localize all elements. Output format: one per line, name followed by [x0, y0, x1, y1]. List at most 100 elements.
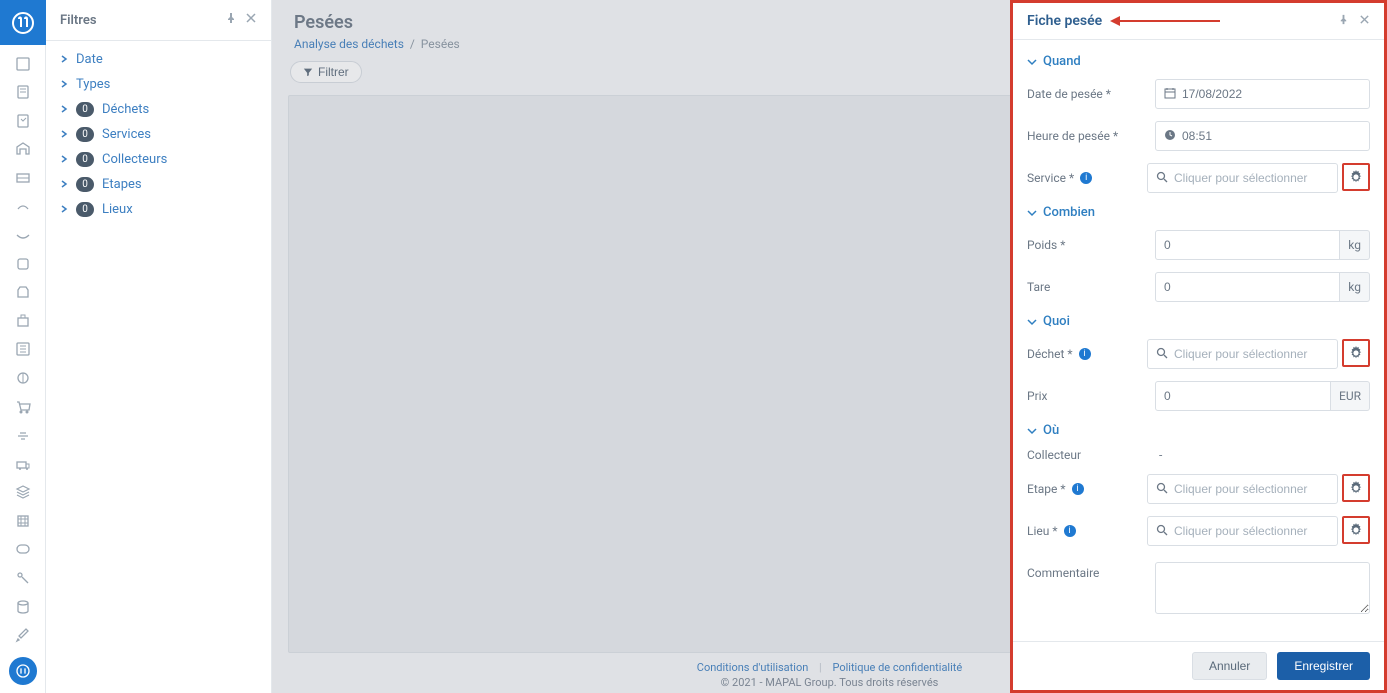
chevron-right-icon — [60, 177, 68, 192]
section-ou-label: Où — [1043, 423, 1059, 438]
nav-item-19[interactable] — [0, 564, 46, 593]
heure-input[interactable] — [1155, 121, 1370, 151]
date-field[interactable] — [1182, 87, 1361, 101]
dechet-label: Déchet * i — [1027, 347, 1147, 361]
tare-unit: kg — [1340, 272, 1370, 302]
nav-item-12[interactable] — [0, 364, 46, 393]
nav-item-5[interactable] — [0, 164, 46, 193]
chevron-right-icon — [60, 77, 68, 92]
chevron-down-icon — [1027, 317, 1037, 327]
nav-item-20[interactable] — [0, 592, 46, 621]
service-field[interactable] — [1174, 171, 1329, 185]
lieu-field[interactable] — [1174, 524, 1329, 538]
close-icon[interactable] — [245, 12, 257, 28]
dechet-field[interactable] — [1174, 347, 1329, 361]
prix-unit: EUR — [1331, 381, 1370, 411]
nav-item-18[interactable] — [0, 535, 46, 564]
filter-button[interactable]: Filtrer — [290, 61, 362, 83]
tare-field[interactable] — [1164, 280, 1331, 294]
filter-item-collecteurs[interactable]: 0Collecteurs — [46, 147, 271, 172]
chevron-down-icon — [1027, 426, 1037, 436]
footer-privacy[interactable]: Politique de confidentialité — [832, 661, 962, 674]
service-input[interactable] — [1147, 163, 1338, 193]
tare-label: Tare — [1027, 280, 1155, 294]
nav-rail — [0, 0, 46, 693]
filter-button-label: Filtrer — [318, 65, 349, 79]
filter-label: Services — [102, 127, 151, 142]
filter-item-services[interactable]: 0Services — [46, 122, 271, 147]
section-quoi[interactable]: Quoi — [1027, 308, 1370, 333]
comment-field[interactable] — [1155, 562, 1370, 614]
filter-item-types[interactable]: Types — [46, 72, 271, 97]
nav-item-1[interactable] — [0, 49, 46, 78]
heure-field[interactable] — [1182, 129, 1361, 143]
section-quand[interactable]: Quand — [1027, 48, 1370, 73]
search-icon — [1156, 347, 1168, 362]
info-icon[interactable]: i — [1080, 172, 1092, 184]
etape-field[interactable] — [1174, 482, 1329, 496]
lieu-gear-button[interactable] — [1342, 516, 1370, 544]
nav-item-9[interactable] — [0, 278, 46, 307]
etape-gear-button[interactable] — [1342, 474, 1370, 502]
nav-item-2[interactable] — [0, 78, 46, 107]
filter-item-etapes[interactable]: 0Etapes — [46, 172, 271, 197]
prix-field[interactable] — [1164, 389, 1322, 403]
collecteur-label: Collecteur — [1027, 448, 1155, 462]
poids-input[interactable] — [1155, 230, 1340, 260]
app-logo[interactable] — [0, 0, 46, 45]
prix-input[interactable] — [1155, 381, 1331, 411]
panel-pin-icon[interactable] — [1338, 14, 1349, 29]
filter-item-date[interactable]: Date — [46, 47, 271, 72]
filter-item-déchets[interactable]: 0Déchets — [46, 97, 271, 122]
section-ou[interactable]: Où — [1027, 417, 1370, 442]
footer-terms[interactable]: Conditions d'utilisation — [697, 661, 809, 674]
nav-item-15[interactable] — [0, 449, 46, 478]
prix-label: Prix — [1027, 389, 1155, 403]
nav-item-13[interactable] — [0, 392, 46, 421]
filter-label: Etapes — [102, 177, 142, 192]
breadcrumb-root[interactable]: Analyse des déchets — [294, 37, 404, 51]
chevron-down-icon — [1027, 208, 1037, 218]
filter-badge: 0 — [76, 152, 94, 167]
section-combien[interactable]: Combien — [1027, 199, 1370, 224]
nav-item-11[interactable] — [0, 335, 46, 364]
search-icon — [1156, 171, 1168, 186]
service-gear-button[interactable] — [1342, 163, 1370, 191]
pin-icon[interactable] — [225, 12, 237, 28]
chevron-right-icon — [60, 202, 68, 217]
filter-item-lieux[interactable]: 0Lieux — [46, 197, 271, 222]
nav-item-16[interactable] — [0, 478, 46, 507]
dechet-input[interactable] — [1147, 339, 1338, 369]
nav-item-17[interactable] — [0, 507, 46, 536]
filter-list: DateTypes0Déchets0Services0Collecteurs0E… — [46, 41, 271, 228]
etape-input[interactable] — [1147, 474, 1338, 504]
save-button[interactable]: Enregistrer — [1277, 652, 1370, 680]
nav-item-7[interactable] — [0, 221, 46, 250]
date-input[interactable] — [1155, 79, 1370, 109]
nav-bottom-logo[interactable] — [9, 657, 37, 685]
lieu-input[interactable] — [1147, 516, 1338, 546]
info-icon[interactable]: i — [1072, 483, 1084, 495]
filter-badge: 0 — [76, 202, 94, 217]
nav-item-14[interactable] — [0, 421, 46, 450]
nav-item-10[interactable] — [0, 307, 46, 336]
info-icon[interactable]: i — [1079, 348, 1091, 360]
filter-label: Date — [76, 52, 103, 67]
nav-item-8[interactable] — [0, 249, 46, 278]
info-icon[interactable]: i — [1064, 525, 1076, 537]
etape-label: Etape * i — [1027, 482, 1147, 496]
tare-input[interactable] — [1155, 272, 1340, 302]
dechet-gear-button[interactable] — [1342, 339, 1370, 367]
search-icon — [1156, 482, 1168, 497]
panel-close-icon[interactable] — [1359, 14, 1370, 29]
nav-item-21[interactable] — [0, 621, 46, 650]
nav-item-3[interactable] — [0, 106, 46, 135]
poids-field[interactable] — [1164, 238, 1331, 252]
chevron-right-icon — [60, 102, 68, 117]
nav-item-4[interactable] — [0, 135, 46, 164]
poids-label: Poids * — [1027, 238, 1155, 252]
nav-item-6[interactable] — [0, 192, 46, 221]
cancel-button[interactable]: Annuler — [1192, 652, 1267, 680]
date-label: Date de pesée * — [1027, 87, 1155, 101]
filters-panel: Filtres DateTypes0Déchets0Services0Colle… — [46, 0, 272, 693]
